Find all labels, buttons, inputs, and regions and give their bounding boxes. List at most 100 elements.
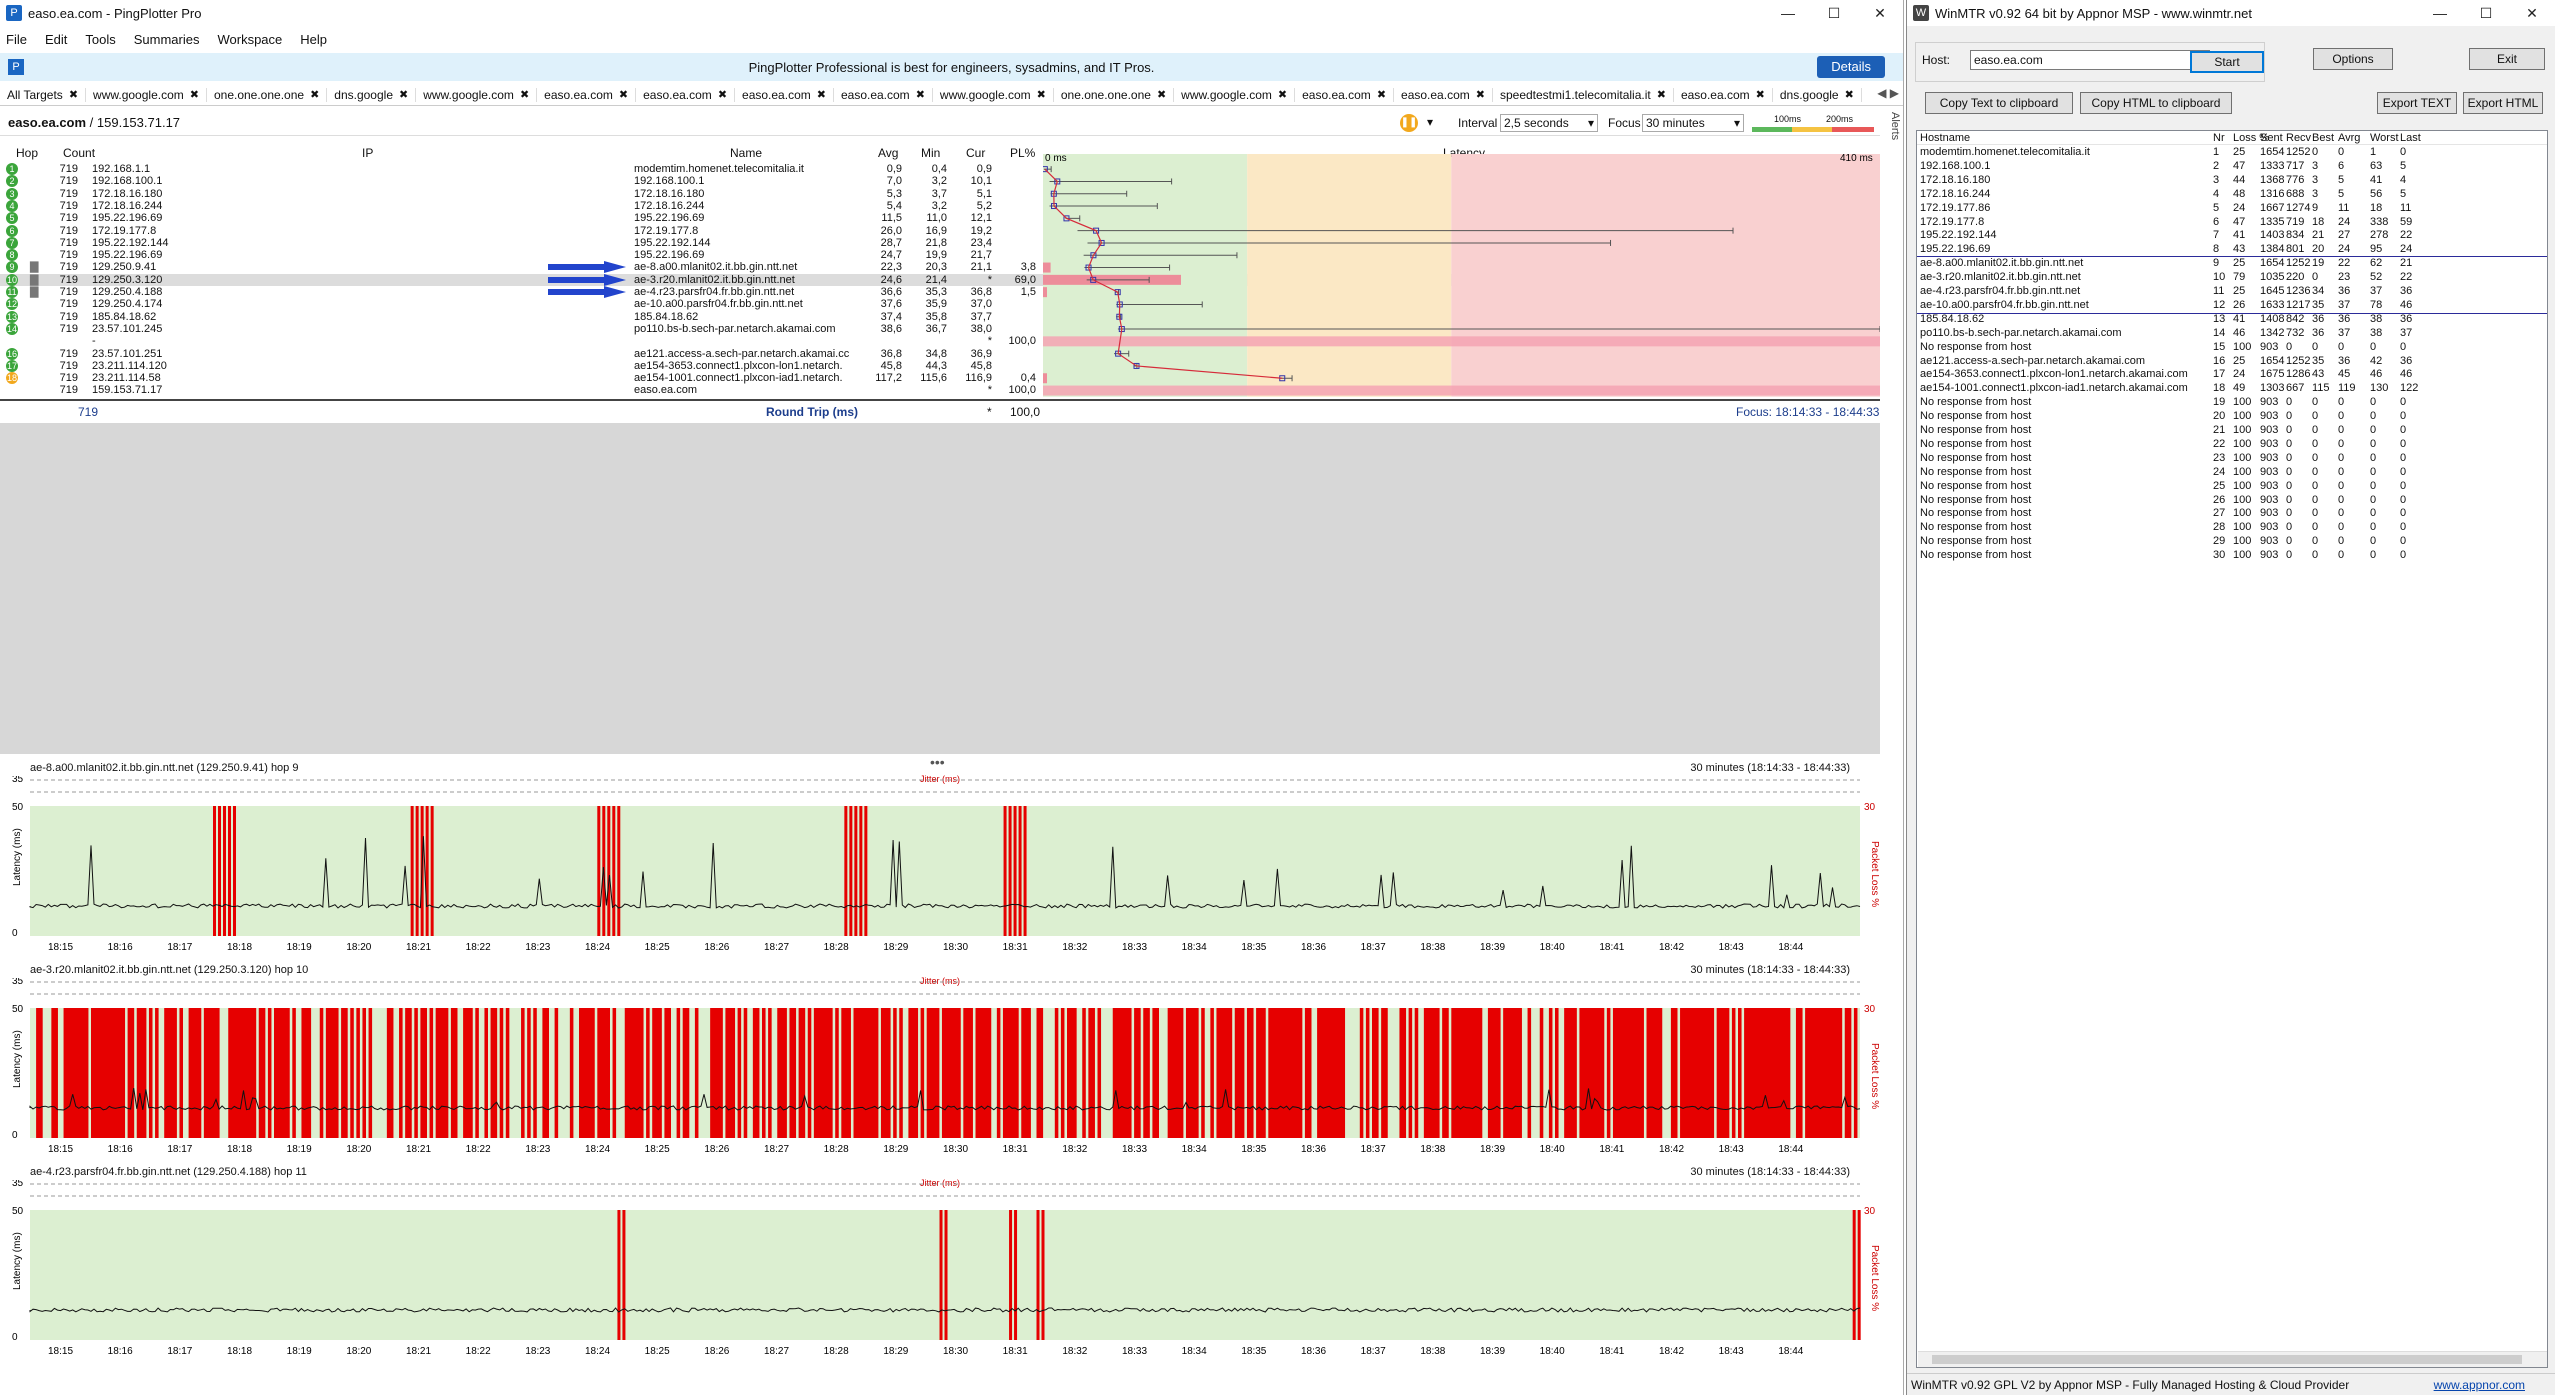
target-tab[interactable]: one.one.one.one ✖	[1054, 87, 1175, 102]
minimize-icon[interactable]: —	[1765, 0, 1811, 26]
mtr-row[interactable]: No response from host 26 100 903 0 0 0 0 0	[1917, 494, 2547, 508]
mtr-row[interactable]: No response from host 20 100 903 0 0 0 0 0	[1917, 410, 2547, 424]
appnor-link[interactable]: www.appnor.com	[2434, 1378, 2525, 1392]
col-name[interactable]: Name	[730, 146, 762, 160]
mtr-row[interactable]: ae121.access-a.sech-par.netarch.akamai.c…	[1917, 355, 2547, 369]
mtr-col-best[interactable]: Best	[2312, 132, 2334, 144]
tab-scroll-arrows-icon[interactable]: ◀ ▶	[1877, 86, 1899, 100]
close-tab-icon[interactable]: ✖	[1476, 88, 1485, 101]
alerts-side-tab[interactable]: Alerts	[1881, 112, 1901, 140]
mtr-row[interactable]: No response from host 22 100 903 0 0 0 0 0	[1917, 438, 2547, 452]
close-tab-icon[interactable]: ✖	[1657, 88, 1666, 101]
close-tab-icon[interactable]: ✖	[718, 88, 727, 101]
mtr-row[interactable]: ae154-1001.connect1.plxcon-iad1.netarch.…	[1917, 382, 2547, 396]
target-tab[interactable]: one.one.one.one ✖	[207, 87, 328, 102]
mtr-row[interactable]: 195.22.196.69 8 43 1384 801 20 24 95 24	[1917, 243, 2547, 257]
target-tab[interactable]: easo.ea.com ✖	[834, 87, 933, 102]
copy-html-button[interactable]: Copy HTML to clipboard	[2080, 92, 2232, 114]
export-html-button[interactable]: Export HTML	[2463, 92, 2543, 114]
close-icon[interactable]: ✕	[1857, 0, 1903, 26]
details-button[interactable]: Details	[1817, 56, 1885, 78]
scrollbar-thumb[interactable]	[1932, 1355, 2522, 1364]
mtr-row[interactable]: No response from host 27 100 903 0 0 0 0 0	[1917, 507, 2547, 521]
menu-tools[interactable]: Tools	[85, 32, 115, 47]
mtr-row[interactable]: No response from host 25 100 903 0 0 0 0 0	[1917, 480, 2547, 494]
close-tab-icon[interactable]: ✖	[1756, 88, 1765, 101]
mtr-row[interactable]: 172.19.177.86 5 24 1667 1274 9 11 18 11	[1917, 202, 2547, 216]
mtr-row[interactable]: No response from host 23 100 903 0 0 0 0 0	[1917, 452, 2547, 466]
mtr-col-worst[interactable]: Worst	[2370, 132, 2399, 144]
mtr-row[interactable]: 172.18.16.180 3 44 1368 776 3 5 41 4	[1917, 174, 2547, 188]
target-tab[interactable]: easo.ea.com ✖	[1674, 87, 1773, 102]
target-tab[interactable]: www.google.com ✖	[416, 87, 538, 102]
close-tab-icon[interactable]: ✖	[310, 88, 319, 101]
target-tab[interactable]: www.google.com ✖	[933, 87, 1054, 102]
mtr-col-avrg[interactable]: Avrg	[2338, 132, 2360, 144]
mtr-row[interactable]: 172.19.177.8 6 47 1335 719 18 24 338 59	[1917, 216, 2547, 230]
mtr-row[interactable]: No response from host 21 100 903 0 0 0 0 0	[1917, 424, 2547, 438]
mtr-row[interactable]: 185.84.18.62 13 41 1408 842 36 36 38 36	[1917, 313, 2547, 327]
target-tab[interactable]: easo.ea.com ✖	[735, 87, 834, 102]
close-tab-icon[interactable]: ✖	[1037, 88, 1046, 101]
close-tab-icon[interactable]: ✖	[817, 88, 826, 101]
mtr-row[interactable]: No response from host 29 100 903 0 0 0 0 0	[1917, 535, 2547, 549]
pause-dropdown-icon[interactable]: ▾	[1424, 114, 1438, 132]
target-tab[interactable]: dns.google ✖	[1773, 87, 1862, 102]
mtr-row[interactable]: No response from host 19 100 903 0 0 0 0 0	[1917, 396, 2547, 410]
pause-icon[interactable]: ❚❚	[1400, 114, 1418, 132]
mtr-row[interactable]: ae154-3653.connect1.plxcon-lon1.netarch.…	[1917, 368, 2547, 382]
copy-text-button[interactable]: Copy Text to clipboard	[1925, 92, 2073, 114]
close-tab-icon[interactable]: ✖	[1377, 88, 1386, 101]
mtr-row[interactable]: No response from host 24 100 903 0 0 0 0 0	[1917, 466, 2547, 480]
mtr-row[interactable]: modemtim.homenet.telecomitalia.it 1 25 1654…	[1917, 146, 2547, 160]
mtr-row[interactable]: 172.18.16.244 4 48 1316 688 3 5 56 5	[1917, 188, 2547, 202]
mtr-col-sent[interactable]: Sent	[2260, 132, 2283, 144]
menu-workspace[interactable]: Workspace	[217, 32, 282, 47]
menu-summaries[interactable]: Summaries	[134, 32, 200, 47]
target-tab[interactable]: easo.ea.com ✖	[1295, 87, 1395, 102]
close-tab-icon[interactable]: ✖	[1845, 88, 1854, 101]
maximize-icon[interactable]: ☐	[2463, 0, 2509, 26]
mtr-row[interactable]: No response from host 28 100 903 0 0 0 0 0	[1917, 521, 2547, 535]
target-tab[interactable]: easo.ea.com ✖	[1394, 87, 1493, 102]
col-avg[interactable]: Avg	[878, 146, 898, 160]
maximize-icon[interactable]: ☐	[1811, 0, 1857, 26]
focus-select[interactable]: 30 minutes ▾	[1642, 114, 1744, 132]
menu-edit[interactable]: Edit	[45, 32, 67, 47]
target-tab[interactable]: easo.ea.com ✖	[636, 87, 736, 102]
col-ip[interactable]: IP	[362, 146, 373, 160]
menu-file[interactable]: File	[6, 32, 27, 47]
col-min[interactable]: Min	[921, 146, 940, 160]
menu-help[interactable]: Help	[300, 32, 327, 47]
mtr-col-last[interactable]: Last	[2400, 132, 2421, 144]
col-count[interactable]: Count	[63, 146, 95, 160]
minimize-icon[interactable]: —	[2417, 0, 2463, 26]
host-input[interactable]: easo.ea.com	[1970, 50, 2210, 70]
col-cur[interactable]: Cur	[966, 146, 985, 160]
exit-button[interactable]: Exit	[2469, 48, 2545, 70]
close-tab-icon[interactable]: ✖	[520, 88, 529, 101]
interval-select[interactable]: 2,5 seconds ▾	[1500, 114, 1598, 132]
target-tab[interactable]: easo.ea.com ✖	[537, 87, 637, 102]
close-tab-icon[interactable]: ✖	[399, 88, 408, 101]
mtr-row[interactable]: No response from host 30 100 903 0 0 0 0 0	[1917, 549, 2547, 563]
col-hop[interactable]: Hop	[16, 146, 38, 160]
close-tab-icon[interactable]: ✖	[1278, 88, 1287, 101]
close-tab-icon[interactable]: ✖	[69, 88, 78, 101]
close-tab-icon[interactable]: ✖	[1157, 88, 1166, 101]
mtr-row[interactable]: 192.168.100.1 2 47 1333 717 3 6 63 5	[1917, 160, 2547, 174]
close-tab-icon[interactable]: ✖	[619, 88, 628, 101]
target-tab[interactable]: www.google.com ✖	[86, 87, 207, 102]
mtr-col-recv[interactable]: Recv	[2286, 132, 2311, 144]
close-icon[interactable]: ✕	[2509, 0, 2555, 26]
target-tab[interactable]: www.google.com ✖	[1174, 87, 1296, 102]
start-button[interactable]: Start	[2190, 51, 2264, 73]
close-tab-icon[interactable]: ✖	[190, 88, 199, 101]
col-pl[interactable]: PL%	[1010, 146, 1035, 160]
options-button[interactable]: Options	[2313, 48, 2393, 70]
horizontal-scrollbar[interactable]	[1918, 1351, 2547, 1367]
mtr-col-hostname[interactable]: Hostname	[1920, 132, 1970, 144]
target-tab[interactable]: dns.google ✖	[327, 87, 417, 102]
target-tab[interactable]: All Targets ✖	[0, 87, 87, 102]
mtr-row[interactable]: 195.22.192.144 7 41 1403 834 21 27 278 22	[1917, 229, 2547, 243]
